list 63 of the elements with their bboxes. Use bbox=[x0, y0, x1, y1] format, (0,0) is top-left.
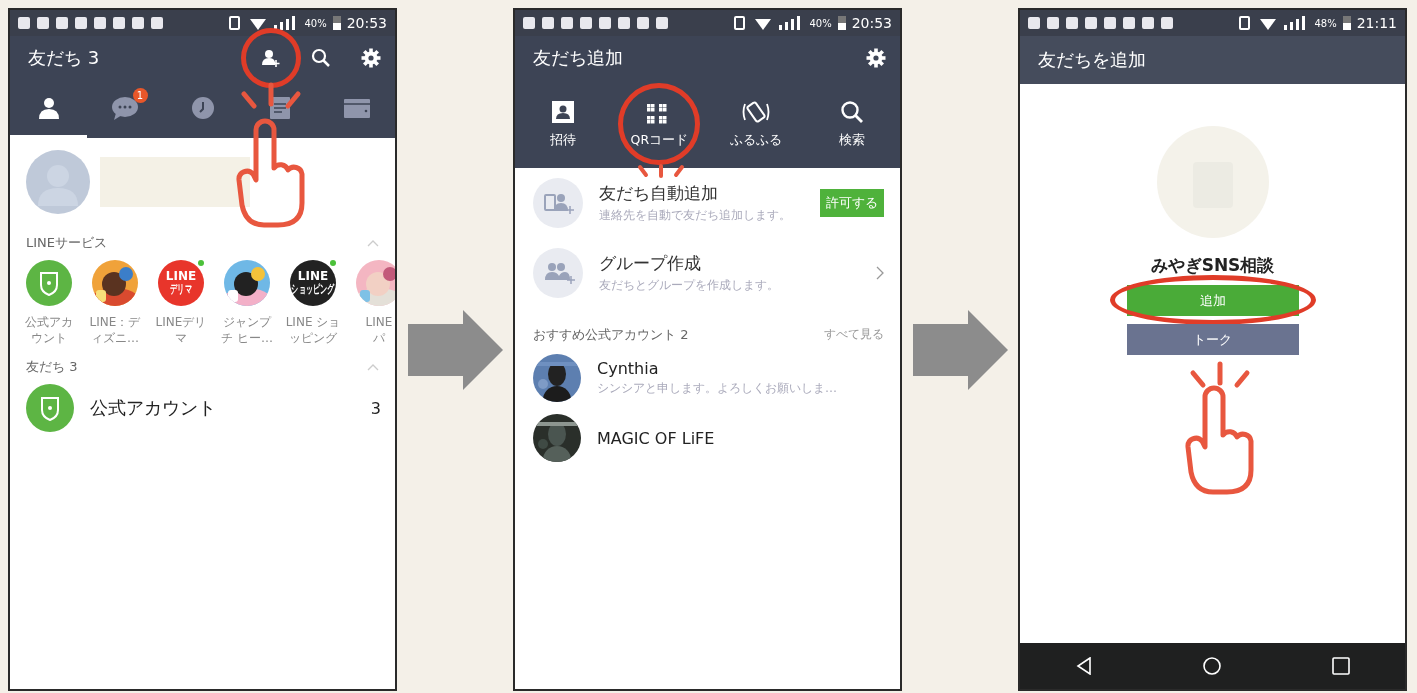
service-logo: LINE デリマ bbox=[158, 260, 204, 306]
tab[interactable]: 1 bbox=[87, 80, 164, 138]
chat-bubble-icon bbox=[111, 95, 140, 120]
unread-badge: 1 bbox=[132, 87, 148, 103]
option-row[interactable]: 友だち自動追加 連絡先を自動で友だち追加します。 許可する bbox=[515, 168, 900, 238]
account-message: シンシアと申します。よろしくお願いしま… bbox=[597, 380, 837, 397]
screen-title: 友だち追加 bbox=[533, 46, 624, 70]
shield-icon bbox=[26, 384, 74, 433]
clock-time: 20:53 bbox=[851, 15, 892, 31]
service-shortcut[interactable]: LINE：デ ィズニ… bbox=[82, 260, 148, 347]
screen-title: 友だち 3 bbox=[28, 46, 101, 70]
service-shortcut[interactable]: LINE ショッピング LINE ショ ッピング bbox=[280, 260, 346, 347]
search-icon[interactable] bbox=[311, 48, 331, 68]
tool-button[interactable]: QRコード bbox=[626, 95, 693, 153]
clock-time: 20:53 bbox=[346, 15, 387, 31]
home-icon[interactable] bbox=[1203, 657, 1222, 675]
recent-apps-icon[interactable] bbox=[1331, 657, 1350, 675]
chevron-right-icon bbox=[876, 266, 884, 280]
battery-level-text: 40% bbox=[304, 17, 327, 29]
account-name: MAGIC OF LiFE bbox=[597, 428, 715, 448]
option-description: 連絡先を自動で友だち追加します。 bbox=[599, 207, 791, 224]
account-row[interactable]: MAGIC OF LiFE bbox=[515, 408, 900, 468]
profile-avatar-icon bbox=[26, 150, 90, 214]
step-arrow-icon bbox=[912, 309, 1008, 390]
group-add-icon bbox=[533, 248, 583, 298]
shaking-phone-icon bbox=[740, 99, 771, 124]
service-logo: LINE ショッピング bbox=[290, 260, 336, 306]
talk-button[interactable]: トーク bbox=[1126, 324, 1299, 355]
battery-icon bbox=[1342, 16, 1351, 30]
option-row[interactable]: グループ作成 友だちとグループを作成します。 bbox=[515, 238, 900, 308]
option-description: 友だちとグループを作成します。 bbox=[599, 277, 779, 294]
add-friend-icon[interactable] bbox=[261, 48, 281, 68]
battery-icon bbox=[332, 16, 341, 30]
faded-avatar-icon bbox=[1156, 126, 1269, 238]
option-title: グループ作成 bbox=[599, 252, 701, 275]
screen-title: 友だちを追加 bbox=[1038, 48, 1147, 72]
friend-group-row[interactable]: 公式アカウント 3 bbox=[10, 380, 395, 437]
account-row[interactable]: Cynthia シンシアと申します。よろしくお願いしま… bbox=[515, 348, 900, 408]
settings-icon[interactable] bbox=[361, 48, 381, 68]
tool-button[interactable]: 招待 bbox=[546, 95, 581, 153]
section-header: 友だち 3 bbox=[26, 358, 78, 377]
search-icon bbox=[839, 99, 864, 124]
account-name: みやぎSNS相談 bbox=[1150, 254, 1275, 277]
step-arrow-icon bbox=[407, 309, 503, 390]
service-shortcut[interactable]: LINE デリマ LINEデリ マ bbox=[148, 260, 214, 347]
section-header: LINEサービス bbox=[26, 234, 107, 252]
tool-button[interactable]: 検索 bbox=[834, 95, 869, 153]
section-header: おすすめ公式アカウント 2 bbox=[533, 326, 689, 344]
account-name: Cynthia bbox=[597, 359, 659, 378]
settings-icon[interactable] bbox=[866, 48, 886, 68]
back-icon[interactable] bbox=[1075, 657, 1094, 675]
battery-icon bbox=[837, 16, 846, 30]
contact-card-icon bbox=[551, 99, 576, 124]
shield-icon bbox=[26, 260, 72, 306]
service-shortcut[interactable]: ジャンプ チ ヒー… bbox=[214, 260, 280, 347]
phone-contact-add-icon bbox=[533, 178, 583, 228]
option-title: 友だち自動追加 bbox=[599, 182, 718, 205]
service-shortcut[interactable]: 公式アカ ウント bbox=[16, 260, 82, 347]
tool-button[interactable]: ふるふる bbox=[725, 95, 786, 153]
battery-level-text: 40% bbox=[809, 17, 832, 29]
service-shortcut[interactable]: LINE パ bbox=[346, 260, 395, 347]
battery-level-text: 48% bbox=[1314, 17, 1337, 29]
clock-time: 21:11 bbox=[1356, 15, 1397, 31]
